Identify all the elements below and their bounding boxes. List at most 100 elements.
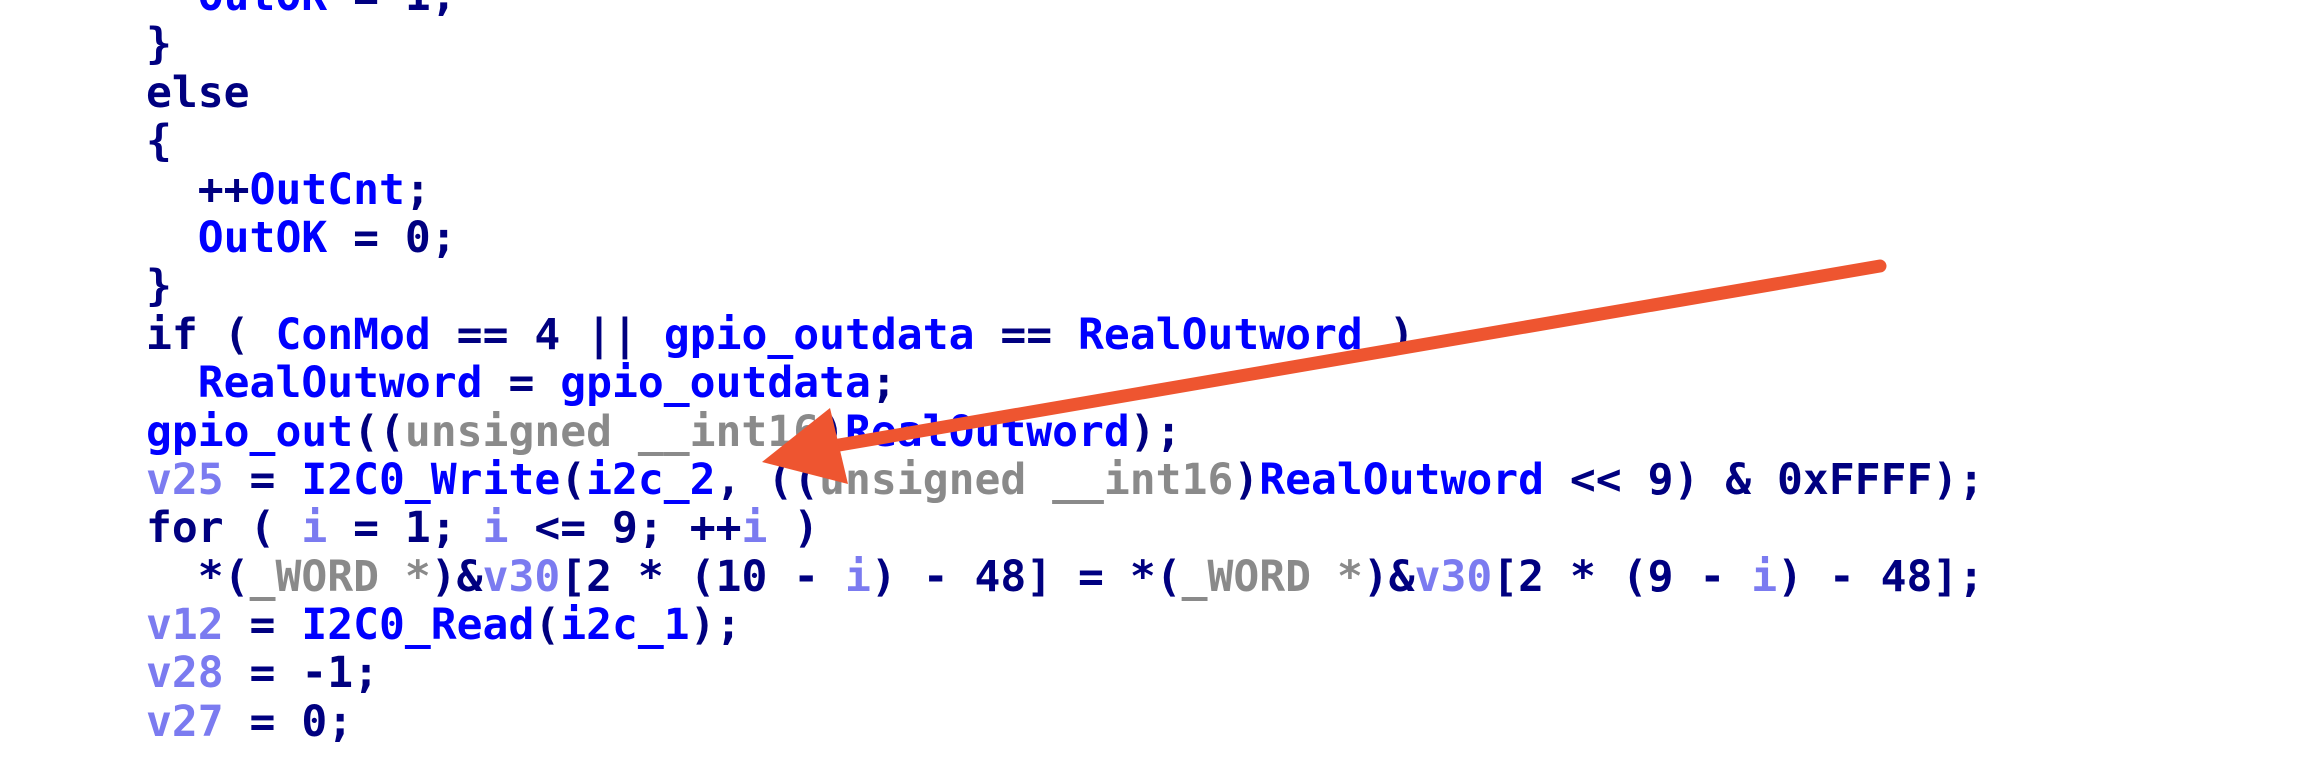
punctuation-token: * ( bbox=[612, 551, 716, 602]
variable-token[interactable]: v12 bbox=[146, 600, 224, 650]
punctuation-token: ++ bbox=[197, 164, 250, 215]
number-token: 1 bbox=[405, 0, 431, 21]
punctuation-token: ] = *( bbox=[1026, 551, 1182, 602]
punctuation-token: )& bbox=[1362, 551, 1415, 602]
identifier-token[interactable]: OutOK bbox=[198, 0, 327, 21]
punctuation-token: = bbox=[327, 0, 405, 21]
punctuation-token: || bbox=[560, 309, 664, 360]
punctuation-token: = bbox=[223, 696, 302, 747]
identifier-token[interactable]: RealOutword bbox=[198, 358, 483, 408]
code-line: gpio_out((unsigned __int16)RealOutword); bbox=[0, 406, 2298, 457]
type-token: _WORD * bbox=[1181, 551, 1363, 602]
code-line: RealOutword = gpio_outdata; bbox=[0, 359, 2298, 407]
punctuation-token: = bbox=[327, 503, 405, 554]
punctuation-token: = bbox=[482, 358, 561, 409]
type-token: unsigned __int16 bbox=[819, 454, 1234, 505]
type-token: unsigned __int16 bbox=[404, 406, 820, 457]
punctuation-token: ; bbox=[870, 358, 897, 409]
pseudocode-view: OutOK = 1;}else{ ++OutCnt; OutOK = 0;}if… bbox=[0, 0, 2298, 746]
punctuation-token: == bbox=[430, 309, 535, 360]
variable-token[interactable]: i bbox=[483, 503, 509, 553]
code-line: } bbox=[0, 20, 2298, 68]
punctuation-token: ( bbox=[560, 454, 587, 505]
punctuation-token: ) - bbox=[1777, 551, 1881, 602]
code-line: v27 = 0; bbox=[0, 698, 2298, 746]
punctuation-token: ) bbox=[1362, 309, 1415, 360]
punctuation-token: )& bbox=[430, 551, 483, 602]
number-token: 1 bbox=[404, 503, 431, 554]
punctuation-token: = bbox=[223, 600, 302, 651]
punctuation-token: = bbox=[327, 212, 405, 263]
punctuation-token: (( bbox=[353, 406, 405, 457]
variable-token[interactable]: v25 bbox=[146, 455, 224, 505]
punctuation-token: ); bbox=[689, 600, 742, 651]
punctuation-token: - bbox=[767, 551, 846, 602]
code-line: *(_WORD *)&v30[2 * (10 - i) - 48] = *(_W… bbox=[0, 551, 2298, 602]
number-token: 9 bbox=[612, 503, 638, 554]
code-line: v25 = I2C0_Write(i2c_2, ((unsigned __int… bbox=[0, 456, 2298, 504]
code-line: else bbox=[0, 69, 2298, 117]
number-token: 0 bbox=[301, 696, 328, 747]
punctuation-token: - bbox=[1673, 551, 1752, 602]
variable-token[interactable]: i bbox=[845, 552, 871, 602]
code-line: for ( i = 1; i <= 9; ++i ) bbox=[0, 504, 2298, 552]
identifier-token[interactable]: gpio_outdata bbox=[664, 310, 975, 360]
identifier-token[interactable]: i2c_2 bbox=[586, 455, 715, 505]
identifier-token[interactable]: gpio_outdata bbox=[560, 358, 871, 408]
keyword-token: else bbox=[146, 67, 250, 118]
punctuation-token: = bbox=[223, 454, 302, 505]
punctuation-token: } bbox=[146, 19, 172, 70]
identifier-token[interactable]: ConMod bbox=[275, 310, 430, 360]
number-token: 2 bbox=[586, 551, 613, 602]
keyword-token: if bbox=[146, 309, 198, 360]
number-token: -1 bbox=[301, 648, 354, 699]
identifier-token[interactable]: i2c_1 bbox=[560, 600, 689, 650]
punctuation-token: ( bbox=[197, 309, 276, 360]
variable-token[interactable]: v27 bbox=[146, 697, 224, 747]
code-line: v12 = I2C0_Read(i2c_1); bbox=[0, 601, 2298, 649]
identifier-token[interactable]: RealOutword bbox=[1078, 310, 1363, 360]
punctuation-token: ) bbox=[819, 406, 845, 457]
identifier-token[interactable]: I2C0_Write bbox=[301, 455, 560, 505]
punctuation-token: ) & bbox=[1673, 454, 1778, 505]
identifier-token[interactable]: gpio_out bbox=[146, 407, 353, 457]
code-line: OutOK = 0; bbox=[0, 214, 2298, 262]
punctuation-token: *( bbox=[197, 551, 250, 602]
number-token: 4 bbox=[534, 309, 561, 360]
punctuation-token: ) bbox=[1233, 454, 1260, 505]
type-token: _WORD * bbox=[249, 551, 431, 602]
variable-token[interactable]: v28 bbox=[146, 648, 224, 698]
code-line: if ( ConMod == 4 || gpio_outdata == Real… bbox=[0, 311, 2298, 359]
number-token: 9 bbox=[1647, 454, 1674, 505]
punctuation-token: ( bbox=[223, 503, 302, 554]
identifier-token[interactable]: RealOutword bbox=[845, 407, 1130, 457]
variable-token[interactable]: i bbox=[741, 503, 767, 553]
punctuation-token: [ bbox=[1492, 551, 1519, 602]
identifier-token[interactable]: I2C0_Read bbox=[301, 600, 534, 650]
variable-token[interactable]: v30 bbox=[1415, 552, 1493, 602]
punctuation-token: ; bbox=[431, 0, 457, 21]
punctuation-token: [ bbox=[560, 551, 587, 602]
identifier-token[interactable]: OutOK bbox=[198, 213, 327, 263]
punctuation-token: ); bbox=[1932, 454, 1985, 505]
identifier-token[interactable]: OutCnt bbox=[250, 165, 405, 215]
identifier-token[interactable]: RealOutword bbox=[1259, 455, 1544, 505]
punctuation-token: } bbox=[146, 261, 172, 312]
code-line: OutOK = 1; bbox=[0, 0, 2298, 20]
variable-token[interactable]: v30 bbox=[483, 552, 561, 602]
code-line: ++OutCnt; bbox=[0, 164, 2298, 215]
punctuation-token: ) - bbox=[870, 551, 975, 602]
punctuation-token: , (( bbox=[715, 454, 820, 505]
code-line: { bbox=[0, 117, 2298, 165]
punctuation-token: ; bbox=[353, 648, 380, 699]
code-line: } bbox=[0, 262, 2298, 310]
variable-token[interactable]: i bbox=[1751, 552, 1777, 602]
punctuation-token: = bbox=[223, 648, 302, 699]
keyword-token: for bbox=[146, 503, 224, 554]
punctuation-token: == bbox=[974, 309, 1079, 360]
variable-token[interactable]: i bbox=[301, 503, 327, 553]
